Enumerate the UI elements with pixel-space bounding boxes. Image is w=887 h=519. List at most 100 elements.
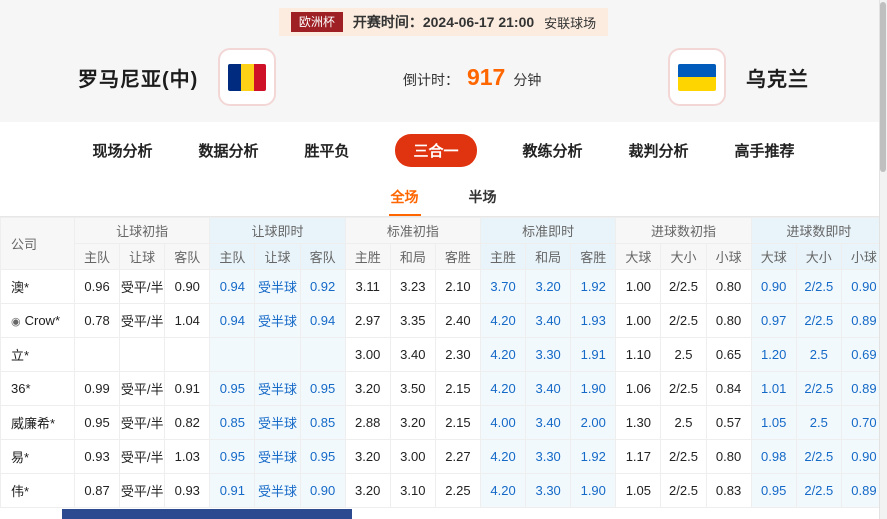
- odds-cell[interactable]: 1.00: [615, 269, 662, 305]
- odds-cell[interactable]: 0.91: [209, 473, 256, 509]
- odds-cell[interactable]: 1.30: [615, 405, 662, 441]
- odds-cell[interactable]: 2/2.5: [660, 473, 707, 509]
- odds-cell[interactable]: 3.20: [525, 269, 572, 305]
- odds-cell[interactable]: 1.90: [570, 473, 617, 509]
- nav-item-expert-picks[interactable]: 高手推荐: [735, 140, 795, 161]
- odds-cell[interactable]: 0.94: [299, 303, 346, 339]
- odds-cell[interactable]: 4.20: [479, 371, 527, 407]
- scrollbar-thumb[interactable]: [880, 2, 886, 172]
- scrollbar[interactable]: [879, 0, 887, 519]
- odds-cell[interactable]: 0.65: [705, 337, 752, 373]
- odds-cell[interactable]: 受半球: [254, 303, 301, 339]
- odds-cell[interactable]: 受平/半: [119, 269, 166, 305]
- odds-cell[interactable]: 2.10: [434, 269, 481, 305]
- odds-cell[interactable]: 1.04: [164, 303, 211, 339]
- odds-cell[interactable]: [209, 337, 256, 373]
- odds-cell[interactable]: 2.15: [434, 371, 481, 407]
- odds-cell[interactable]: 受平/半: [119, 405, 166, 441]
- nav-item-data-analysis[interactable]: 数据分析: [198, 140, 258, 161]
- odds-cell[interactable]: 1.00: [615, 303, 662, 339]
- odds-cell[interactable]: 2.15: [434, 405, 481, 441]
- odds-cell[interactable]: 受半球: [254, 405, 301, 441]
- odds-cell[interactable]: 2/2.5: [660, 439, 707, 475]
- subtab-full-match[interactable]: 全场: [388, 179, 421, 217]
- odds-cell[interactable]: [164, 337, 211, 373]
- odds-cell[interactable]: 1.05: [615, 473, 662, 509]
- odds-cell[interactable]: 1.01: [750, 371, 797, 407]
- odds-cell[interactable]: 0.83: [705, 473, 752, 509]
- odds-cell[interactable]: 1.03: [164, 439, 211, 475]
- odds-cell[interactable]: 2.40: [434, 303, 481, 339]
- odds-cell[interactable]: 0.98: [750, 439, 797, 475]
- odds-cell[interactable]: 受半球: [254, 439, 301, 475]
- odds-cell[interactable]: 0.80: [705, 303, 752, 339]
- odds-cell[interactable]: 0.92: [299, 269, 346, 305]
- odds-cell[interactable]: 4.20: [479, 439, 527, 475]
- odds-cell[interactable]: 0.95: [750, 473, 797, 509]
- odds-cell[interactable]: 2/2.5: [795, 303, 842, 339]
- odds-cell[interactable]: 0.99: [73, 371, 121, 407]
- odds-cell[interactable]: 3.20: [344, 473, 391, 509]
- odds-cell[interactable]: 1.05: [750, 405, 797, 441]
- nav-item-win-draw-lose[interactable]: 胜平负: [304, 140, 349, 161]
- odds-cell[interactable]: 0.94: [209, 303, 256, 339]
- odds-cell[interactable]: 0.78: [73, 303, 121, 339]
- odds-cell[interactable]: 4.20: [479, 473, 527, 509]
- odds-cell[interactable]: 0.90: [299, 473, 346, 509]
- odds-cell[interactable]: 3.00: [389, 439, 436, 475]
- odds-cell[interactable]: 0.95: [73, 405, 121, 441]
- nav-item-referee-analysis[interactable]: 裁判分析: [629, 140, 689, 161]
- odds-cell[interactable]: 0.95: [299, 439, 346, 475]
- odds-cell[interactable]: 3.30: [525, 439, 572, 475]
- odds-cell[interactable]: 3.30: [525, 337, 572, 373]
- odds-cell[interactable]: [73, 337, 121, 373]
- odds-cell[interactable]: 受平/半: [119, 303, 166, 339]
- nav-item-coach-analysis[interactable]: 教练分析: [523, 140, 583, 161]
- odds-cell[interactable]: 3.40: [525, 405, 572, 441]
- odds-cell[interactable]: 3.23: [389, 269, 436, 305]
- odds-cell[interactable]: 1.20: [750, 337, 797, 373]
- odds-cell[interactable]: 0.82: [164, 405, 211, 441]
- odds-cell[interactable]: 3.10: [389, 473, 436, 509]
- odds-cell[interactable]: 0.85: [209, 405, 256, 441]
- subtab-half-match[interactable]: 半场: [467, 179, 499, 216]
- odds-cell[interactable]: 0.90: [164, 269, 211, 305]
- odds-cell[interactable]: 2.27: [434, 439, 481, 475]
- odds-cell[interactable]: 2.25: [434, 473, 481, 509]
- odds-cell[interactable]: 受半球: [254, 371, 301, 407]
- odds-cell[interactable]: 3.30: [525, 473, 572, 509]
- odds-cell[interactable]: [299, 337, 346, 373]
- odds-cell[interactable]: 3.40: [525, 371, 572, 407]
- odds-cell[interactable]: 0.96: [73, 269, 121, 305]
- odds-cell[interactable]: 2.5: [795, 405, 842, 441]
- odds-cell[interactable]: 1.92: [570, 269, 617, 305]
- odds-cell[interactable]: 2.00: [570, 405, 617, 441]
- nav-item-live-analysis[interactable]: 现场分析: [92, 140, 152, 161]
- odds-cell[interactable]: 2/2.5: [795, 269, 842, 305]
- odds-cell[interactable]: 0.95: [209, 371, 256, 407]
- odds-cell[interactable]: 0.95: [299, 371, 346, 407]
- odds-cell[interactable]: 4.20: [479, 303, 527, 339]
- odds-cell[interactable]: 2.5: [660, 405, 707, 441]
- odds-cell[interactable]: 2/2.5: [660, 269, 707, 305]
- odds-cell[interactable]: 2/2.5: [795, 473, 842, 509]
- odds-cell[interactable]: 1.93: [570, 303, 617, 339]
- odds-cell[interactable]: 0.95: [209, 439, 256, 475]
- odds-cell[interactable]: [254, 337, 301, 373]
- odds-cell[interactable]: 1.17: [615, 439, 662, 475]
- odds-cell[interactable]: 0.93: [164, 473, 211, 509]
- odds-cell[interactable]: 2/2.5: [660, 303, 707, 339]
- odds-cell[interactable]: 3.00: [344, 337, 391, 373]
- odds-cell[interactable]: 4.00: [479, 405, 527, 441]
- odds-cell[interactable]: 受平/半: [119, 371, 166, 407]
- odds-cell[interactable]: 3.20: [389, 405, 436, 441]
- odds-cell[interactable]: 2.88: [344, 405, 391, 441]
- odds-cell[interactable]: 0.91: [164, 371, 211, 407]
- odds-cell[interactable]: 3.40: [389, 337, 436, 373]
- odds-cell[interactable]: 3.50: [389, 371, 436, 407]
- odds-cell[interactable]: 0.85: [299, 405, 346, 441]
- odds-cell[interactable]: 2.30: [434, 337, 481, 373]
- odds-cell[interactable]: 4.20: [479, 337, 527, 373]
- odds-cell[interactable]: 0.87: [73, 473, 121, 509]
- odds-cell[interactable]: 1.92: [570, 439, 617, 475]
